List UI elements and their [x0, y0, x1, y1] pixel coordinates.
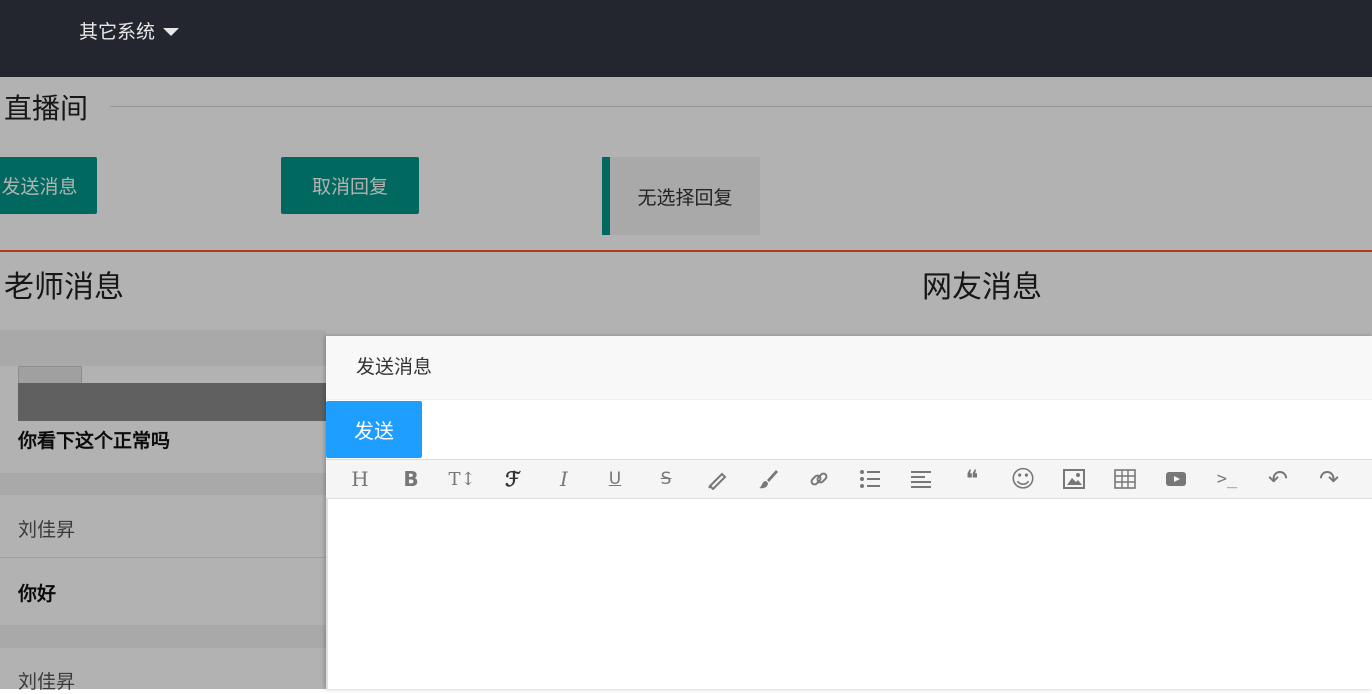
chevron-down-icon: [163, 28, 180, 36]
font-family-icon[interactable]: ℱ: [493, 460, 533, 498]
other-systems-label: 其它系统: [79, 21, 156, 43]
send-message-dialog: 发送消息 发送 H B T↕ ℱ I U S ❝ ☺ >_ ↶ ↷: [326, 336, 1372, 689]
code-icon[interactable]: >_: [1207, 460, 1247, 498]
undo-icon[interactable]: ↶: [1258, 460, 1298, 498]
video-icon[interactable]: [1156, 460, 1196, 498]
top-nav-bar: 其它系统: [0, 0, 1372, 77]
align-icon[interactable]: [901, 460, 941, 498]
bold-icon[interactable]: B: [391, 460, 431, 498]
other-systems-menu[interactable]: 其它系统: [79, 19, 180, 45]
message-editor[interactable]: [326, 499, 1372, 689]
dialog-title: 发送消息: [356, 356, 433, 378]
image-icon[interactable]: [1054, 460, 1094, 498]
emoji-icon[interactable]: ☺: [1003, 460, 1043, 498]
dialog-header: 发送消息: [326, 336, 1372, 400]
dialog-send-button[interactable]: 发送: [326, 401, 422, 458]
italic-icon[interactable]: I: [544, 460, 584, 498]
highlight-pen-icon[interactable]: [697, 460, 737, 498]
strikethrough-icon[interactable]: S: [646, 460, 686, 498]
font-size-icon[interactable]: T↕: [442, 460, 482, 498]
link-icon[interactable]: [799, 460, 839, 498]
heading-icon[interactable]: H: [340, 460, 380, 498]
editor-toolbar: H B T↕ ℱ I U S ❝ ☺ >_ ↶ ↷: [326, 459, 1372, 499]
redo-icon[interactable]: ↷: [1309, 460, 1349, 498]
underline-icon[interactable]: U: [595, 460, 635, 498]
table-icon[interactable]: [1105, 460, 1145, 498]
bullet-list-icon[interactable]: [850, 460, 890, 498]
brush-icon[interactable]: [748, 460, 788, 498]
quote-icon[interactable]: ❝: [952, 460, 992, 498]
